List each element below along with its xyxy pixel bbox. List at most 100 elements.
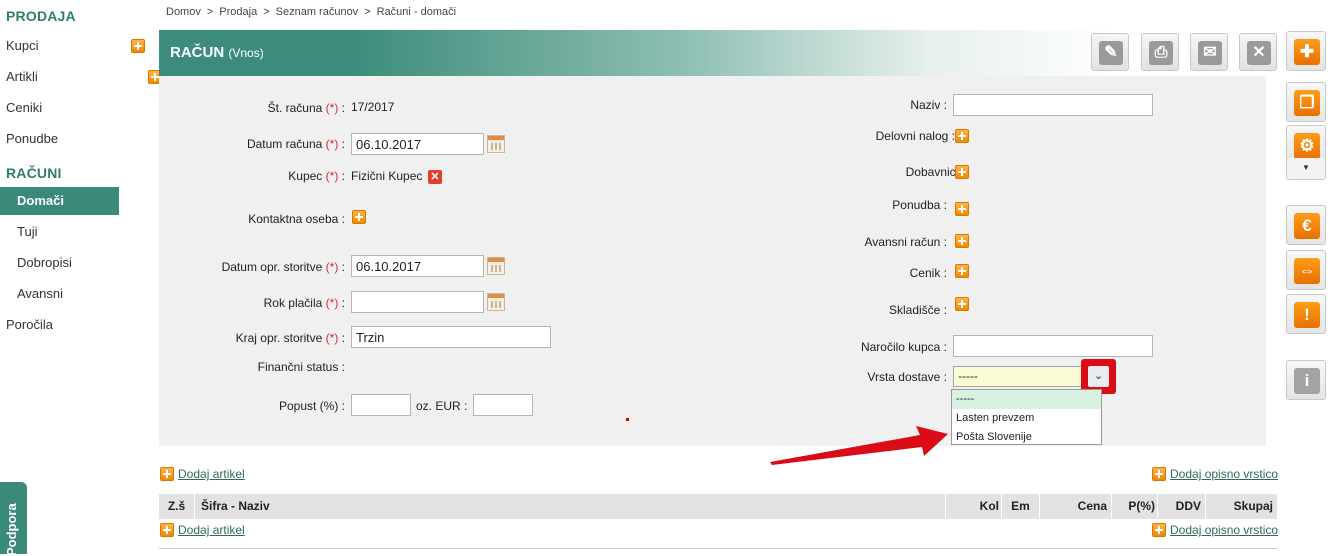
annotation-arrow: [770, 426, 948, 465]
add-kupci-icon[interactable]: [131, 39, 145, 53]
print-button[interactable]: ⎙: [1141, 33, 1179, 71]
name-label: Naziv :: [910, 98, 947, 112]
add-desc-row-icon[interactable]: [1152, 523, 1166, 537]
settings-dropdown-toggle[interactable]: ▼: [1286, 158, 1326, 180]
email-button[interactable]: ✉: [1190, 33, 1228, 71]
col-ddv: DDV: [1158, 494, 1206, 519]
add-price-list-icon[interactable]: [955, 264, 969, 278]
col-sifra-naziv: Šifra - Naziv: [195, 494, 946, 519]
add-work-order-icon[interactable]: [955, 129, 969, 143]
discount-eur-input[interactable]: [473, 394, 533, 416]
col-em: Em: [1002, 494, 1040, 519]
support-tab[interactable]: Podpora: [0, 482, 27, 556]
invoice-date-label: Datum računa (*) :: [246, 137, 345, 151]
add-delivery-note-icon[interactable]: [955, 165, 969, 179]
customer-value: Fizični Kupec: [351, 169, 423, 183]
service-place-label: Kraj opr. storitve (*) :: [235, 331, 345, 345]
split-button[interactable]: ⇔: [1286, 250, 1326, 290]
customer-label: Kupec (*) :: [288, 169, 345, 183]
calendar-icon[interactable]: [487, 135, 505, 153]
sidebar-heading-prodaja: PRODAJA: [6, 8, 76, 24]
add-advance-invoice-icon[interactable]: [955, 234, 969, 248]
add-icon: ✚: [1294, 39, 1320, 65]
sidebar-item-domaci[interactable]: Domači: [0, 187, 119, 215]
customer-order-label: Naročilo kupca :: [860, 340, 947, 354]
copy-button[interactable]: ❐: [1286, 82, 1326, 122]
add-item-link[interactable]: Dodaj artikel: [178, 467, 245, 481]
sidebar-item-tuji[interactable]: Tuji: [0, 218, 119, 246]
add-desc-row-icon[interactable]: [1152, 467, 1166, 481]
euro-button[interactable]: €: [1286, 205, 1326, 245]
add-desc-row-link-bottom[interactable]: Dodaj opisno vrstico: [1170, 523, 1278, 537]
discount-label: Popust (%) :: [278, 399, 345, 413]
service-date-input[interactable]: [351, 255, 484, 277]
sidebar-heading-racuni: RAČUNI: [6, 165, 62, 181]
title-bar: RAČUN (Vnos): [159, 30, 1119, 76]
warehouse-label: Skladišče :: [888, 303, 947, 317]
invoice-date-input[interactable]: [351, 133, 484, 155]
name-input[interactable]: [953, 94, 1153, 116]
add-contact-icon[interactable]: [352, 210, 366, 224]
breadcrumb: Domov > Prodaja > Seznam računov > Računi - do…: [166, 6, 457, 18]
contact-label: Kontaktna oseba :: [248, 212, 345, 226]
sidebar-item-kupci[interactable]: Kupci: [0, 32, 119, 60]
breadcrumb-domov[interactable]: Domov: [166, 6, 201, 18]
sidebar-item-ponudbe[interactable]: Ponudbe: [0, 125, 119, 153]
delivery-type-options: ----- Lasten prevzem Pošta Slovenije: [951, 389, 1102, 445]
breadcrumb-prodaja[interactable]: Prodaja: [219, 6, 257, 18]
col-cena: Cena: [1040, 494, 1112, 519]
edit-button[interactable]: ✎: [1091, 33, 1129, 71]
discount-percent-input[interactable]: [351, 394, 411, 416]
page-title: RAČUN (Vnos): [170, 44, 264, 61]
offer-label: Ponudba :: [892, 198, 947, 212]
breadcrumb-seznam[interactable]: Seznam računov: [276, 6, 359, 18]
add-warehouse-icon[interactable]: [955, 297, 969, 311]
delivery-option[interactable]: Pošta Slovenije: [952, 428, 1101, 447]
service-date-label: Datum opr. storitve (*) :: [221, 260, 345, 274]
col-popust: P(%): [1112, 494, 1158, 519]
calendar-icon[interactable]: [487, 257, 505, 275]
items-table-header: Z.š Šifra - Naziv Kol Em Cena P(%) DDV S…: [159, 494, 1277, 519]
add-item-link-bottom[interactable]: Dodaj artikel: [178, 523, 245, 537]
add-offer-icon[interactable]: [955, 202, 969, 216]
delivery-option[interactable]: Lasten prevzem: [952, 409, 1101, 428]
close-icon: ✕: [1247, 41, 1271, 65]
warning-icon: !: [1294, 302, 1320, 328]
close-button[interactable]: ✕: [1239, 33, 1277, 71]
euro-icon: €: [1294, 213, 1320, 239]
add-button[interactable]: ✚: [1286, 31, 1326, 71]
customer-order-input[interactable]: [953, 335, 1153, 357]
info-icon: i: [1294, 368, 1320, 394]
discount-eur-label: oz. EUR :: [416, 399, 468, 413]
mail-icon: ✉: [1198, 41, 1222, 65]
invoice-no-label: Št. računa (*) :: [267, 101, 345, 115]
gear-icon: ⚙: [1294, 133, 1320, 159]
warning-button[interactable]: !: [1286, 294, 1326, 334]
sidebar-item-porocila[interactable]: Poročila: [0, 311, 119, 339]
remove-customer-icon[interactable]: ✕: [428, 170, 442, 184]
delivery-option[interactable]: -----: [952, 390, 1101, 409]
pencil-icon: ✎: [1099, 41, 1123, 65]
sidebar: PRODAJA Kupci Artikli Ceniki Ponudbe RAČ…: [0, 0, 267, 556]
add-item-icon[interactable]: [160, 467, 174, 481]
print-icon: ⎙: [1149, 41, 1173, 65]
info-button[interactable]: i: [1286, 360, 1326, 400]
red-dot: [626, 418, 629, 421]
advance-invoice-label: Avansni račun :: [864, 235, 948, 249]
chevron-down-icon: ⌄: [1094, 370, 1104, 382]
sidebar-item-ceniki[interactable]: Ceniki: [0, 94, 119, 122]
split-icon: ⇔: [1294, 258, 1320, 284]
sidebar-item-avansni[interactable]: Avansni: [0, 280, 119, 308]
delivery-type-select[interactable]: -----: [953, 366, 1083, 387]
sidebar-item-artikli[interactable]: Artikli: [0, 63, 119, 91]
invoice-no-value: 17/2017: [351, 100, 395, 114]
add-desc-row-link[interactable]: Dodaj opisno vrstico: [1170, 467, 1278, 481]
table-divider: [159, 548, 1277, 549]
breadcrumb-current: Računi - domači: [376, 6, 457, 18]
sidebar-item-dobropisi[interactable]: Dobropisi: [0, 249, 119, 277]
delivery-type-label: Vrsta dostave :: [867, 370, 947, 384]
calendar-icon[interactable]: [487, 293, 505, 311]
due-date-input[interactable]: [351, 291, 484, 313]
add-item-icon[interactable]: [160, 523, 174, 537]
service-place-input[interactable]: [351, 326, 551, 348]
